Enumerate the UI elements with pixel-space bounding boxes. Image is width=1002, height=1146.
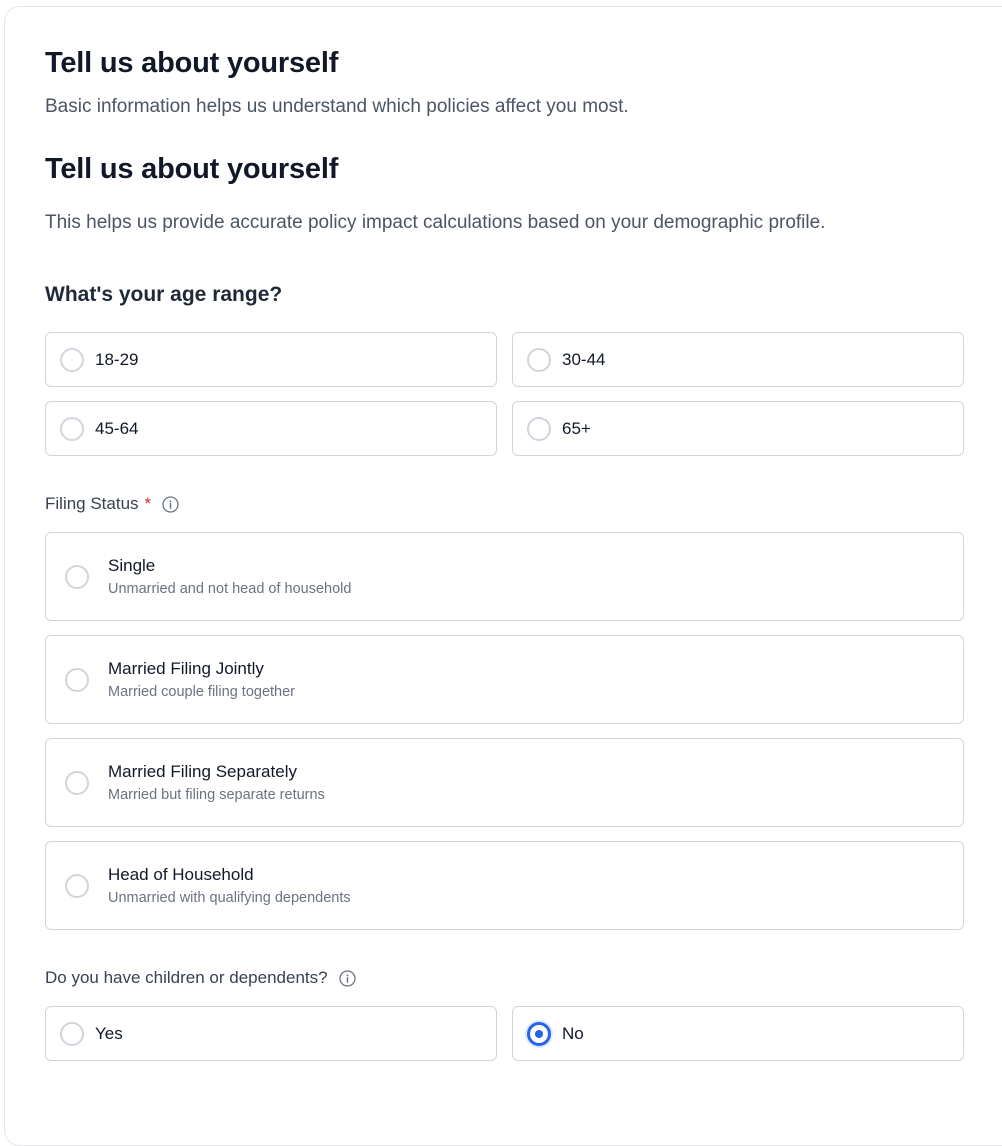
radio-button[interactable] — [65, 564, 89, 589]
filing-option-title: Married Filing Jointly — [108, 658, 264, 678]
radio-button[interactable] — [60, 1021, 84, 1046]
radio-button[interactable] — [65, 667, 89, 692]
radio-button[interactable] — [65, 770, 89, 795]
filing-option-text: Married Filing Separately Married but fi… — [108, 761, 325, 805]
age-option-30-44[interactable]: 30-44 — [512, 332, 964, 387]
radio-button[interactable] — [60, 347, 84, 372]
radio-button[interactable] — [65, 873, 89, 898]
filing-option-title: Head of Household — [108, 864, 254, 884]
info-icon[interactable] — [338, 969, 356, 987]
filing-status-label-text: Filing Status — [45, 494, 139, 513]
filing-option-single[interactable]: Single Unmarried and not head of househo… — [45, 532, 964, 621]
dependents-label: Do you have children or dependents? — [45, 968, 356, 988]
filing-option-description: Unmarried with qualifying dependents — [108, 889, 351, 906]
filing-option-title: Single — [108, 555, 156, 575]
info-icon[interactable] — [162, 495, 179, 513]
radio-button[interactable] — [527, 416, 551, 441]
step-description: This helps us provide accurate policy im… — [45, 212, 826, 233]
radio-button-selected[interactable] — [527, 1021, 551, 1046]
filing-status-label: Filing Status * — [45, 494, 179, 514]
age-question: What's your age range? — [45, 283, 283, 306]
age-option-label: 30-44 — [562, 349, 606, 369]
filing-option-title: Married Filing Separately — [108, 761, 297, 781]
filing-option-description: Unmarried and not head of household — [108, 580, 352, 597]
age-option-label: 18-29 — [95, 349, 139, 369]
age-option-65-plus[interactable]: 65+ — [512, 401, 964, 456]
filing-option-head-of-household[interactable]: Head of Household Unmarried with qualify… — [45, 841, 964, 930]
filing-option-text: Single Unmarried and not head of househo… — [108, 555, 351, 599]
dependents-option-label: No — [562, 1023, 584, 1043]
form-card: Tell us about yourself Basic information… — [4, 6, 1002, 1146]
filing-option-text: Married Filing Jointly Married couple fi… — [108, 658, 295, 702]
step-heading: Tell us about yourself — [45, 153, 339, 185]
filing-option-description: Married but filing separate returns — [108, 786, 325, 803]
age-option-label: 65+ — [562, 418, 591, 438]
section-heading: Tell us about yourself — [45, 47, 339, 79]
radio-button[interactable] — [527, 347, 551, 372]
dependents-option-label: Yes — [95, 1023, 123, 1043]
section-description: Basic information helps us understand wh… — [45, 96, 629, 117]
age-option-45-64[interactable]: 45-64 — [45, 401, 497, 456]
filing-option-married-jointly[interactable]: Married Filing Jointly Married couple fi… — [45, 635, 964, 724]
age-option-label: 45-64 — [95, 418, 139, 438]
required-asterisk: * — [144, 494, 152, 513]
filing-option-description: Married couple filing together — [108, 683, 295, 700]
filing-option-text: Head of Household Unmarried with qualify… — [108, 864, 351, 908]
dependents-question: Do you have children or dependents? — [45, 968, 328, 987]
radio-button[interactable] — [60, 416, 84, 441]
filing-option-married-separately[interactable]: Married Filing Separately Married but fi… — [45, 738, 964, 827]
dependents-option-no[interactable]: No — [512, 1006, 964, 1061]
age-option-18-29[interactable]: 18-29 — [45, 332, 497, 387]
dependents-option-yes[interactable]: Yes — [45, 1006, 497, 1061]
